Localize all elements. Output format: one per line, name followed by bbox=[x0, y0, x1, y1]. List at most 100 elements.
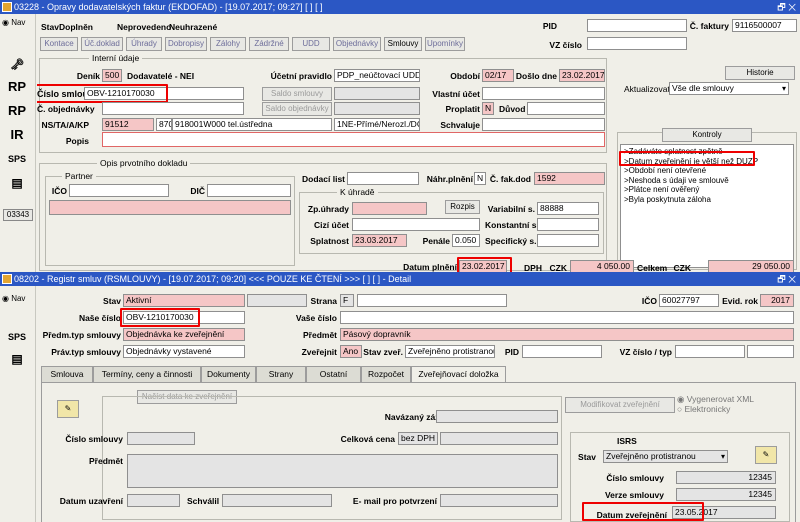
celkem-field[interactable]: 29 050.00 bbox=[708, 260, 794, 272]
tab-ucdoklad[interactable]: Úč.doklad bbox=[81, 37, 123, 51]
doc-icon[interactable]: ▤ bbox=[5, 348, 29, 370]
zp-uhrady-field[interactable] bbox=[352, 202, 427, 215]
isrs-stav-select[interactable]: Zveřejněno protistranou bbox=[603, 450, 728, 463]
c-objednavky-field[interactable] bbox=[102, 102, 244, 115]
ns-label: NS/TA/A/KP bbox=[41, 120, 89, 130]
window-controls-icon[interactable]: 🗗 ✕ bbox=[777, 0, 796, 14]
zverejnit-field[interactable]: Ano bbox=[340, 345, 362, 358]
vz-cislo-field[interactable] bbox=[675, 345, 745, 358]
evid-rok-field[interactable]: 2017 bbox=[760, 294, 794, 307]
tab-objednavky[interactable]: Objednávky bbox=[333, 37, 381, 51]
tab-udd[interactable]: UDD bbox=[292, 37, 330, 51]
penale-field[interactable]: 0.050 bbox=[452, 234, 480, 247]
popis-field[interactable] bbox=[102, 132, 605, 147]
ns-field-3[interactable]: 918001W000 tel.ústředna bbox=[172, 118, 332, 131]
refresh-icon[interactable]: ✎ bbox=[57, 400, 79, 418]
pid-field[interactable] bbox=[522, 345, 602, 358]
window1-titlebar[interactable]: 03228 - Opravy dodavatelských faktur (EK… bbox=[0, 0, 800, 14]
cizi-ucet-label: Cizí účet bbox=[314, 220, 349, 230]
splatnost-label: Splatnost bbox=[310, 236, 349, 246]
predmet-field[interactable]: Pásový dopravník bbox=[340, 328, 794, 341]
vz-field[interactable] bbox=[587, 37, 687, 50]
ucetni-pravidlo-field[interactable]: PDP_neúčtovací UDD bbox=[334, 69, 420, 82]
cfak-dod-field[interactable]: 1592 bbox=[534, 172, 605, 185]
rozpis-button[interactable]: Rozpis bbox=[445, 200, 480, 214]
sps-icon[interactable]: SPS bbox=[5, 326, 29, 348]
tab-kontace[interactable]: Kontace bbox=[40, 37, 78, 51]
tab-dobropisy[interactable]: Dobropisy bbox=[165, 37, 207, 51]
kontrola-item[interactable]: >Byla poskytnuta záloha bbox=[624, 195, 790, 205]
predm-typ-field[interactable]: Objednávka ke zveřejnění bbox=[123, 328, 245, 341]
doslo-field[interactable]: 23.02.2017 bbox=[559, 69, 605, 82]
elektronicky-radio[interactable]: ○ Elektronicky bbox=[677, 404, 730, 414]
c-objednavky-label: Č. objednávky bbox=[37, 104, 95, 114]
ns-field-1[interactable]: 91512 bbox=[102, 118, 154, 131]
tab-smlouva[interactable]: Smlouva bbox=[41, 366, 93, 382]
saldo-smlouvy-field bbox=[334, 87, 420, 100]
specificky-field[interactable] bbox=[537, 234, 599, 247]
ico-field[interactable]: 60027797 bbox=[659, 294, 719, 307]
ir-icon[interactable]: IR bbox=[5, 124, 29, 146]
kontrola-item[interactable]: >Plátce není ověřený bbox=[624, 185, 790, 195]
tab-smlouvy[interactable]: Smlouvy bbox=[384, 37, 422, 51]
ns-field-4[interactable]: 1NE-Přímé/Nerozl./DČ-Ekd bbox=[334, 118, 420, 131]
vase-cislo-field[interactable] bbox=[340, 311, 794, 324]
stav-zver-field[interactable]: Zveřejněno protistranou bbox=[405, 345, 495, 358]
celkova-cena-type[interactable]: bez DPH bbox=[398, 432, 438, 445]
dic-field[interactable] bbox=[207, 184, 291, 197]
strana-field[interactable]: F bbox=[340, 294, 354, 307]
window-controls-icon[interactable]: 🗗 ✕ bbox=[777, 272, 796, 286]
dic-label: DIČ bbox=[190, 186, 205, 196]
dodaci-list-field[interactable] bbox=[347, 172, 419, 185]
prav-typ-field[interactable]: Objednávky vystavené bbox=[123, 345, 245, 358]
pid-field[interactable] bbox=[587, 19, 687, 32]
tab-zverejnovaci-dolozka[interactable]: Zveřejňovací doložka bbox=[411, 366, 506, 383]
cizi-ucet-field[interactable] bbox=[352, 218, 480, 231]
kontroly-button[interactable]: Kontroly bbox=[662, 128, 752, 142]
key-icon[interactable]: 🗝 bbox=[5, 54, 29, 76]
rp-edit-icon[interactable]: RP bbox=[5, 100, 29, 122]
splatnost-field[interactable]: 23.03.2017 bbox=[352, 234, 407, 247]
partner-name-field[interactable] bbox=[49, 200, 291, 215]
tab-strany[interactable]: Strany bbox=[256, 366, 306, 382]
saldo-smlouvy-button[interactable]: Saldo smlouvy bbox=[262, 87, 332, 101]
predmet-field bbox=[127, 454, 558, 488]
vz-typ-field[interactable] bbox=[747, 345, 794, 358]
konstantni-field[interactable] bbox=[537, 218, 599, 231]
denik-field[interactable]: 500 bbox=[102, 69, 122, 82]
historie-button[interactable]: Historie bbox=[725, 66, 795, 80]
aktualizovat-select[interactable]: Vše dle smlouvy bbox=[669, 82, 789, 95]
tab-terminy[interactable]: Termíny, ceny a činnosti bbox=[93, 366, 201, 382]
nav-toggle[interactable]: ◉ Nav bbox=[2, 18, 25, 27]
vlastni-ucet-field[interactable] bbox=[482, 87, 605, 100]
tab-dokumenty[interactable]: Dokumenty bbox=[201, 366, 256, 382]
dph-field[interactable]: 4 050.00 bbox=[570, 260, 634, 272]
sps-icon[interactable]: SPS bbox=[5, 148, 29, 170]
ico-field[interactable] bbox=[69, 184, 169, 197]
window2-titlebar[interactable]: 08202 - Registr smluv (RSMLOUVY) - [19.0… bbox=[0, 272, 800, 286]
cfaktury-field[interactable]: 9116500007 bbox=[732, 19, 797, 32]
modifikovat-button[interactable]: Modifikovat zveřejnění bbox=[565, 397, 675, 413]
tab-zadrzne[interactable]: Zádržné bbox=[249, 37, 289, 51]
tab-zalohy[interactable]: Zálohy bbox=[210, 37, 246, 51]
tab-ostatni[interactable]: Ostatní bbox=[306, 366, 361, 382]
schvaluje-field[interactable] bbox=[482, 118, 605, 131]
doc-icon[interactable]: ▤ bbox=[5, 172, 29, 194]
saldo-objednavky-button[interactable]: Saldo objednávky bbox=[262, 102, 332, 116]
tab-uhrady[interactable]: Úhrady bbox=[126, 37, 162, 51]
tab-upominky[interactable]: Upomínky bbox=[425, 37, 465, 51]
rp-icon[interactable]: RP bbox=[5, 76, 29, 98]
proplatit-field[interactable]: N bbox=[482, 102, 494, 115]
ns-field-2[interactable]: 870 bbox=[156, 118, 172, 131]
kontrola-item[interactable]: >Neshoda s údaji ve smlouvě bbox=[624, 176, 790, 186]
variabilni-field[interactable]: 88888 bbox=[537, 202, 599, 215]
tab-rozpocet[interactable]: Rozpočet bbox=[361, 366, 411, 382]
isrs-refresh-icon[interactable]: ✎ bbox=[755, 446, 777, 464]
obdobi-field[interactable]: 02/17 bbox=[482, 69, 514, 82]
nav-toggle[interactable]: ◉ Nav bbox=[2, 294, 25, 303]
nahr-plneni-field[interactable]: N bbox=[474, 172, 486, 185]
strana-name-field[interactable] bbox=[357, 294, 507, 307]
stav-field[interactable]: Aktivní bbox=[123, 294, 245, 307]
kontrola-item[interactable]: >Období není otevřené bbox=[624, 166, 790, 176]
duvod-field[interactable] bbox=[527, 102, 605, 115]
